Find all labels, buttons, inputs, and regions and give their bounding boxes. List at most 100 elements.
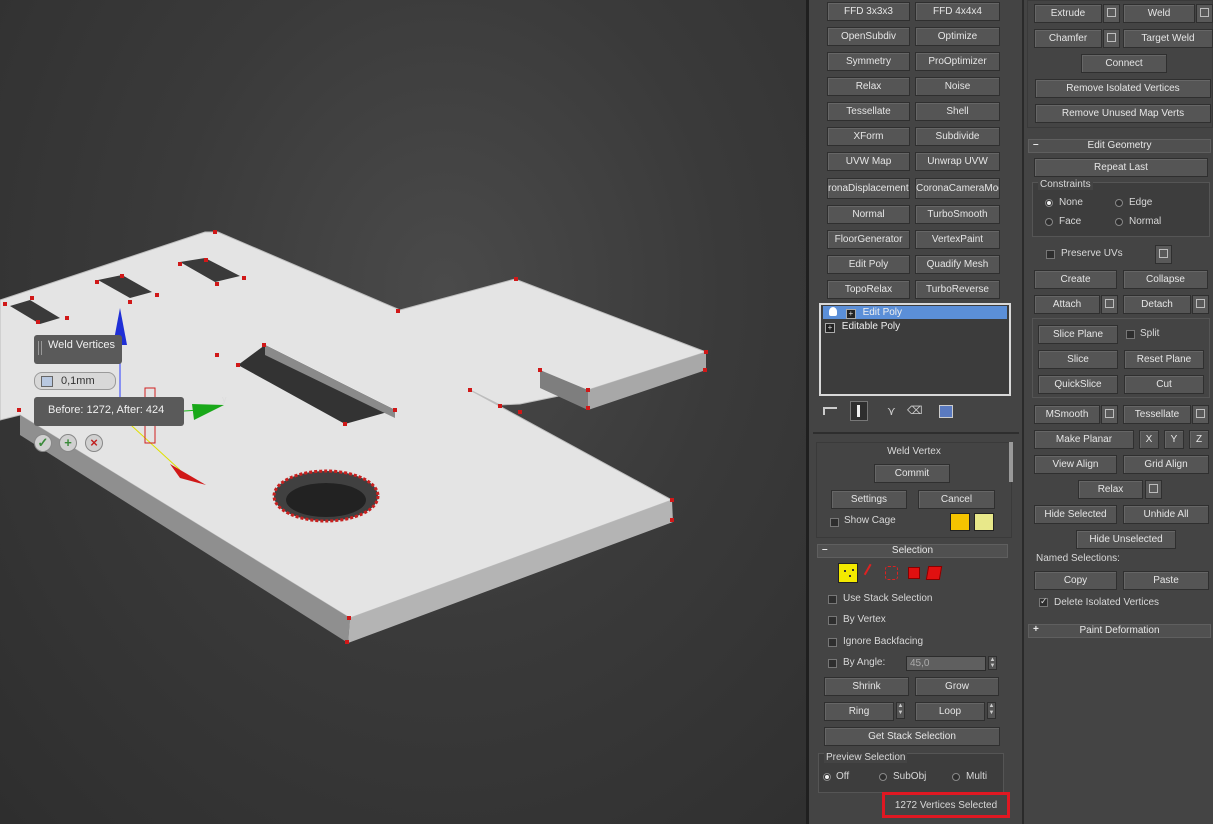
modifier-button[interactable]: Quadify Mesh: [915, 255, 1000, 274]
commit-button[interactable]: Commit: [874, 464, 950, 483]
attach-button[interactable]: Attach: [1034, 295, 1100, 314]
slice-button[interactable]: Slice: [1038, 350, 1118, 369]
grow-button[interactable]: Grow: [915, 677, 999, 696]
panel-scrollbar[interactable]: [1009, 442, 1013, 482]
shrink-button[interactable]: Shrink: [824, 677, 909, 696]
modifier-button[interactable]: ronaDisplacementM: [827, 178, 910, 199]
use-stack-selection-checkbox[interactable]: [828, 595, 837, 604]
weld-threshold-field[interactable]: 0,1mm: [34, 372, 116, 390]
lightbulb-icon[interactable]: [829, 307, 837, 316]
connect-button[interactable]: Connect: [1081, 54, 1167, 73]
split-checkbox[interactable]: [1126, 330, 1135, 339]
preview-subobj-radio[interactable]: [879, 773, 887, 781]
show-end-result-icon[interactable]: [850, 401, 868, 421]
cancel-button[interactable]: Cancel: [918, 490, 995, 509]
stack-item-editable-poly[interactable]: + Editable Poly: [823, 320, 1007, 333]
remove-isolated-button[interactable]: Remove Isolated Vertices: [1035, 79, 1211, 98]
collapse-button[interactable]: Collapse: [1123, 270, 1208, 289]
constraint-face-radio[interactable]: [1045, 218, 1053, 226]
ring-spinner[interactable]: ▲ ▼: [896, 702, 905, 719]
selection-rollout-header[interactable]: – Selection: [817, 544, 1008, 558]
preview-multi-radio[interactable]: [952, 773, 960, 781]
weld-button[interactable]: Weld: [1123, 4, 1195, 23]
quickslice-button[interactable]: QuickSlice: [1038, 375, 1118, 394]
modifier-button[interactable]: VertexPaint: [915, 230, 1000, 249]
modifier-button[interactable]: FloorGenerator: [827, 230, 910, 249]
caddy-apply-icon[interactable]: +: [59, 434, 77, 452]
chamfer-button[interactable]: Chamfer: [1034, 29, 1102, 48]
modifier-button[interactable]: Normal: [827, 205, 910, 224]
pin-stack-icon[interactable]: [823, 407, 837, 415]
show-cage-checkbox[interactable]: [830, 518, 839, 527]
msmooth-button[interactable]: MSmooth: [1034, 405, 1100, 424]
border-mode-icon[interactable]: [885, 566, 898, 580]
modifier-button[interactable]: TopoRelax: [827, 280, 910, 299]
loop-button[interactable]: Loop: [915, 702, 985, 721]
loop-spinner[interactable]: ▲ ▼: [987, 702, 996, 719]
preserve-uvs-settings-icon[interactable]: [1155, 245, 1172, 264]
modifier-button[interactable]: FFD 3x3x3: [827, 2, 910, 21]
planar-x-button[interactable]: X: [1139, 430, 1159, 449]
preview-off-radio[interactable]: [823, 773, 831, 781]
tessellate-settings-icon[interactable]: [1192, 405, 1209, 424]
vertex-mode-icon[interactable]: [838, 563, 858, 583]
modifier-button[interactable]: TurboReverse: [915, 280, 1000, 299]
delete-isolated-checkbox[interactable]: [1039, 596, 1048, 607]
expand-icon[interactable]: +: [845, 309, 856, 319]
edit-geometry-rollout-header[interactable]: – Edit Geometry: [1028, 139, 1211, 153]
create-button[interactable]: Create: [1034, 270, 1117, 289]
modifier-button[interactable]: Subdivide: [915, 127, 1000, 146]
ignore-backfacing-checkbox[interactable]: [828, 638, 837, 647]
modifier-button[interactable]: OpenSubdiv: [827, 27, 910, 46]
by-vertex-checkbox[interactable]: [828, 616, 837, 625]
paste-button[interactable]: Paste: [1123, 571, 1209, 590]
make-planar-button[interactable]: Make Planar: [1034, 430, 1134, 449]
viewport[interactable]: y Weld Vertices 0,1mm Before: 1272, Afte…: [0, 0, 808, 824]
element-mode-icon[interactable]: [925, 566, 943, 580]
planar-y-button[interactable]: Y: [1164, 430, 1184, 449]
modifier-button[interactable]: Optimize: [915, 27, 1000, 46]
slice-plane-button[interactable]: Slice Plane: [1038, 325, 1118, 344]
cut-button[interactable]: Cut: [1124, 375, 1204, 394]
modifier-button[interactable]: Noise: [915, 77, 1000, 96]
target-weld-button[interactable]: Target Weld: [1123, 29, 1213, 48]
extrude-button[interactable]: Extrude: [1034, 4, 1102, 23]
view-align-button[interactable]: View Align: [1034, 455, 1117, 474]
weld-settings-icon[interactable]: [1196, 4, 1213, 23]
tessellate-button[interactable]: Tessellate: [1123, 405, 1191, 424]
by-angle-checkbox[interactable]: [828, 659, 837, 668]
modifier-button[interactable]: Relax: [827, 77, 910, 96]
stack-item-edit-poly[interactable]: + Edit Poly: [823, 306, 1007, 319]
modifier-button[interactable]: Unwrap UVW: [915, 152, 1000, 171]
planar-z-button[interactable]: Z: [1189, 430, 1209, 449]
attach-settings-icon[interactable]: [1101, 295, 1118, 314]
modifier-button[interactable]: Symmetry: [827, 52, 910, 71]
relax-settings-icon[interactable]: [1145, 480, 1162, 499]
polygon-mode-icon[interactable]: [908, 567, 920, 579]
caddy-ok-icon[interactable]: ✓: [34, 434, 52, 452]
cage-color-swatch-2[interactable]: [974, 513, 994, 531]
cage-color-swatch-1[interactable]: [950, 513, 970, 531]
extrude-settings-icon[interactable]: [1103, 4, 1120, 23]
modifier-button[interactable]: Edit Poly: [827, 255, 910, 274]
remove-unused-map-verts-button[interactable]: Remove Unused Map Verts: [1035, 104, 1211, 123]
detach-settings-icon[interactable]: [1192, 295, 1209, 314]
modifier-button[interactable]: ProOptimizer: [915, 52, 1000, 71]
relax-button[interactable]: Relax: [1078, 480, 1143, 499]
detach-button[interactable]: Detach: [1123, 295, 1191, 314]
unhide-all-button[interactable]: Unhide All: [1123, 505, 1209, 524]
modifier-stack-list[interactable]: + Edit Poly + Editable Poly: [819, 303, 1011, 396]
caddy-cancel-icon[interactable]: ×: [85, 434, 103, 452]
get-stack-selection-button[interactable]: Get Stack Selection: [824, 727, 1000, 746]
angle-spinner[interactable]: ▲ ▼: [988, 656, 997, 670]
reset-plane-button[interactable]: Reset Plane: [1124, 350, 1204, 369]
settings-button[interactable]: Settings: [831, 490, 907, 509]
hide-selected-button[interactable]: Hide Selected: [1034, 505, 1117, 524]
grid-align-button[interactable]: Grid Align: [1123, 455, 1209, 474]
preserve-uvs-checkbox[interactable]: [1046, 250, 1055, 259]
angle-input[interactable]: 45,0: [906, 656, 986, 671]
chamfer-settings-icon[interactable]: [1103, 29, 1120, 48]
msmooth-settings-icon[interactable]: [1101, 405, 1118, 424]
configure-sets-icon[interactable]: [939, 405, 953, 418]
modifier-button[interactable]: Shell: [915, 102, 1000, 121]
